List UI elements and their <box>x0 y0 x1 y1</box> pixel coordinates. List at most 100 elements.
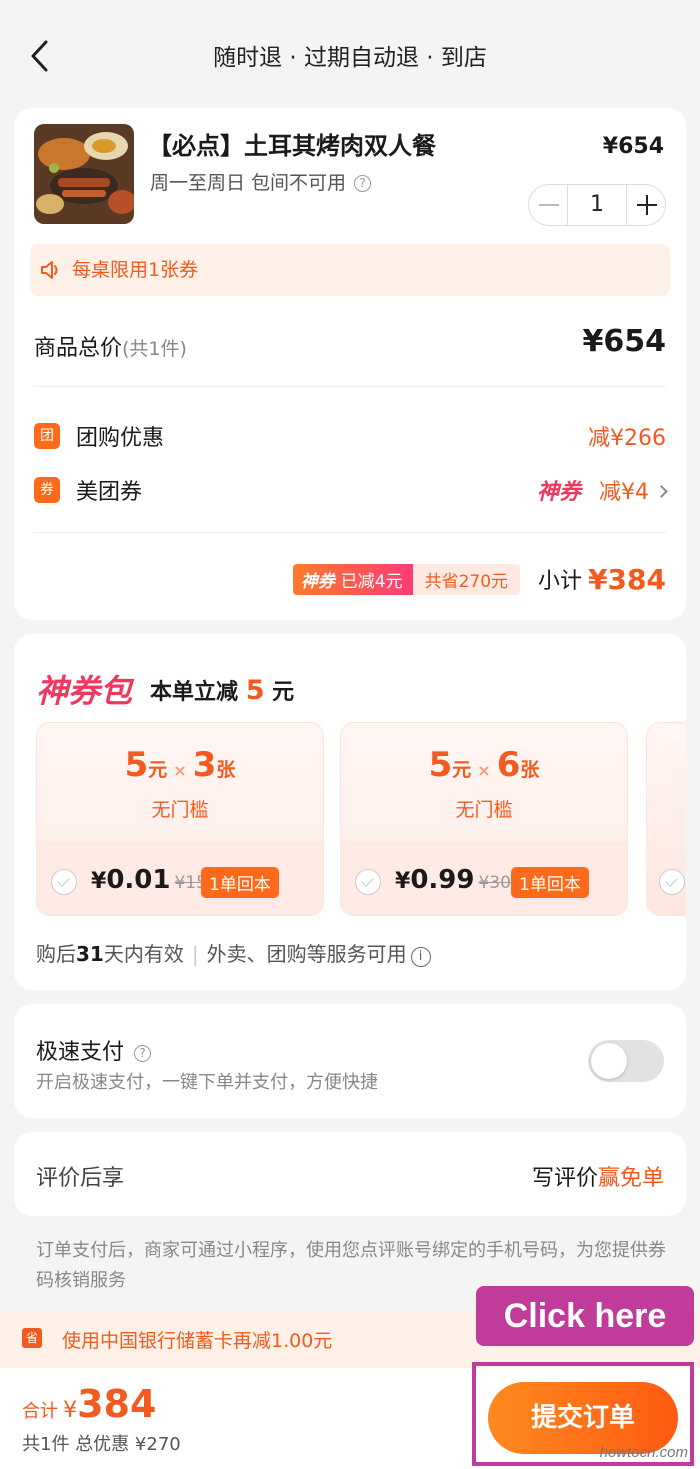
chevron-right-icon <box>655 485 668 498</box>
select-checkbox[interactable] <box>355 869 381 895</box>
ticket-price: ¥0.99 ¥30 <box>395 865 511 895</box>
info-icon[interactable]: i <box>410 947 431 967</box>
ticket-condition: 无门槛 <box>455 799 513 821</box>
currency: ¥ <box>395 869 411 894</box>
product-price: ¥654 <box>602 134 664 159</box>
ticket-condition: 无门槛 <box>151 799 209 821</box>
coupon-ticket-partial[interactable] <box>646 722 686 916</box>
coupon-pack-card: 神券包 本单立减 5 元 5元 × 3张 无门槛 ¥0.01 ¥15 1单回本 5元 ×… <box>14 634 686 990</box>
product-card: 【必点】土耳其烤肉双人餐 ¥654 周一至周日 包间不可用? 1 每桌限用1张券… <box>14 108 686 620</box>
coupon-pack-title: 神券包 <box>36 672 133 710</box>
separator: | <box>191 942 199 966</box>
times-sign: × <box>173 761 187 780</box>
ticket-count: 3 <box>192 745 217 785</box>
validity-days: 31 <box>76 942 104 966</box>
shenquan-tag: 神券 <box>536 480 581 505</box>
coupon-discount-value: 神券 减¥4 <box>536 474 668 506</box>
bank-promo-text: 使用中国银行储蓄卡再减1.00元 <box>62 1330 333 1352</box>
product-name: 【必点】土耳其烤肉双人餐 <box>148 132 436 160</box>
price-value: 0.99 <box>410 865 475 895</box>
subtitle-prefix: 本单立减 <box>150 680 239 705</box>
fast-pay-description: 开启极速支付，一键下单并支付，方便快捷 <box>36 1072 378 1093</box>
fast-pay-card: 极速支付? 开启极速支付，一键下单并支付，方便快捷 <box>14 1004 686 1118</box>
review-action-highlight: 赢免单 <box>597 1166 664 1191</box>
coupon-icon: 券 <box>34 477 60 503</box>
review-card[interactable]: 评价后享 写评价赢免单 <box>14 1132 686 1216</box>
coupon-pack-subtitle: 本单立减 5 元 <box>150 674 294 706</box>
quantity-stepper: 1 <box>528 184 666 226</box>
help-icon[interactable]: ? <box>134 1045 152 1062</box>
ticket-price: ¥0.01 ¥15 <box>91 865 207 895</box>
divider <box>34 386 666 387</box>
select-checkbox[interactable] <box>659 869 685 895</box>
decrease-button[interactable] <box>529 185 567 225</box>
speaker-icon <box>41 261 58 279</box>
coupon-ticket[interactable]: 5元 × 6张 无门槛 ¥0.99 ¥30 1单回本 <box>340 722 628 916</box>
review-action[interactable]: 写评价赢免单 <box>532 1160 664 1192</box>
price-value: 0.01 <box>106 865 171 895</box>
ticket-count: 6 <box>496 745 521 785</box>
limit-banner: 每桌限用1张券 <box>30 244 670 296</box>
coupon-value: 减¥4 <box>599 480 649 505</box>
quantity-value: 1 <box>567 185 627 225</box>
increase-button[interactable] <box>627 185 665 225</box>
subtitle-suffix: 元 <box>272 680 295 705</box>
payback-badge: 1单回本 <box>511 867 589 898</box>
total-row: 商品总价(共1件) ¥654 <box>34 324 666 362</box>
review-action-text: 写评价 <box>531 1166 598 1191</box>
currency: ¥ <box>91 869 107 894</box>
discount-row-coupon[interactable]: 券美团券 神券 减¥4 <box>34 474 668 506</box>
product-note: 周一至周日 包间不可用? <box>150 168 372 195</box>
currency: ¥ <box>63 1398 78 1423</box>
group-discount-icon: 团 <box>34 423 60 449</box>
fast-pay-toggle[interactable] <box>588 1040 664 1082</box>
discount-label: 团购优惠 <box>76 426 165 451</box>
discount-row-group: 团团购优惠 减¥266 <box>34 420 666 452</box>
shenquan-badge: 神券 已减4元 <box>292 563 413 595</box>
validity-scope: 外卖、团购等服务可用 <box>206 942 407 966</box>
fast-pay-title: 极速支付? <box>36 1034 152 1066</box>
subtotal-area: 神券 已减4元 共省270元 小计 ¥384 <box>292 562 666 596</box>
fast-pay-label: 极速支付 <box>36 1040 125 1065</box>
ticket-count-unit: 张 <box>216 759 236 781</box>
subtotal-label: 小计 <box>538 569 583 594</box>
item-count: 共1件 <box>22 1434 70 1455</box>
times-sign: × <box>477 761 491 780</box>
total-label: 合计 <box>22 1401 58 1422</box>
total-discount: 总优惠 ¥270 <box>75 1434 181 1455</box>
review-label: 评价后享 <box>36 1166 125 1191</box>
ticket-amount: 5元 × 3张 <box>37 745 323 785</box>
discount-value: 减¥266 <box>588 426 666 451</box>
product-note-text: 周一至周日 包间不可用 <box>150 172 347 194</box>
total-amount: 384 <box>77 1382 157 1426</box>
ticket-value: 5 <box>428 745 453 785</box>
subtotal-value: ¥384 <box>588 562 666 596</box>
total-count: (共1件) <box>122 338 187 360</box>
footer-summary: 共1件 总优惠 ¥270 <box>22 1430 181 1456</box>
original-price: ¥30 <box>478 873 511 893</box>
validity-prefix: 购后 <box>36 942 76 966</box>
payback-badge: 1单回本 <box>201 867 279 898</box>
ticket-price-area: ¥0.99 ¥30 1单回本 <box>341 841 627 915</box>
watermark: howtocn.com <box>599 1444 688 1461</box>
validity-suffix: 天内有效 <box>103 942 184 966</box>
divider <box>34 532 666 533</box>
ticket-count-unit: 张 <box>520 759 540 781</box>
ticket-price-area: ¥0.01 ¥15 1单回本 <box>37 841 323 915</box>
ticket-unit: 元 <box>148 759 168 781</box>
ticket-value: 5 <box>124 745 149 785</box>
select-checkbox[interactable] <box>51 869 77 895</box>
save-icon: 省 <box>22 1328 42 1348</box>
badge-text: 已减4元 <box>340 571 403 592</box>
header: 随时退 · 过期自动退 · 到店 <box>0 0 700 108</box>
help-icon[interactable]: ? <box>354 175 372 192</box>
badge-tag: 神券 <box>300 571 335 592</box>
subtitle-number: 5 <box>245 675 265 706</box>
coupon-ticket[interactable]: 5元 × 3张 无门槛 ¥0.01 ¥15 1单回本 <box>36 722 324 916</box>
ticket-amount: 5元 × 6张 <box>341 745 627 785</box>
product-image[interactable] <box>34 124 134 224</box>
limit-text: 每桌限用1张券 <box>72 259 199 281</box>
total-value: ¥654 <box>582 324 667 359</box>
footer-total: 合计 ¥384 <box>22 1382 156 1426</box>
click-here-callout: Click here <box>476 1286 694 1346</box>
